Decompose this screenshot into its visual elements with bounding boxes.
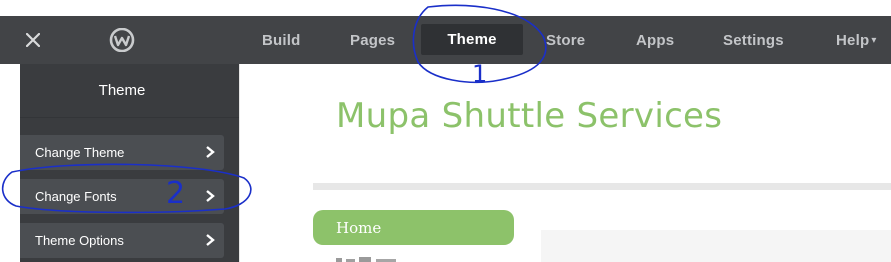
sidebar-title: Theme	[98, 82, 146, 99]
site-title: Mupa Shuttle Services	[336, 96, 723, 136]
chevron-right-icon	[206, 146, 215, 158]
sidebar-divider	[20, 117, 239, 118]
top-strip	[0, 0, 891, 16]
nav-store[interactable]: Store	[546, 16, 585, 64]
close-icon	[26, 33, 40, 47]
weebly-editor: Build Pages Theme Store Apps Settings He…	[0, 0, 891, 262]
next-nav-link-partial	[336, 257, 396, 262]
theme-sidebar: Theme Change Theme Change Fonts Theme Op…	[20, 64, 239, 262]
nav-apps[interactable]: Apps	[636, 16, 674, 64]
sidebar-gutter	[0, 64, 20, 262]
change-fonts-label: Change Fonts	[35, 189, 117, 204]
change-theme-button[interactable]: Change Theme	[20, 135, 224, 170]
nav-help-label: Help	[836, 31, 870, 49]
header-separator-bar	[313, 183, 891, 190]
nav-build[interactable]: Build	[262, 16, 301, 64]
nav-pages[interactable]: Pages	[350, 16, 395, 64]
theme-options-label: Theme Options	[35, 233, 124, 248]
chevron-right-icon	[206, 234, 215, 246]
nav-theme[interactable]: Theme	[421, 24, 523, 55]
nav-settings[interactable]: Settings	[723, 16, 784, 64]
chevron-down-icon: ▾	[871, 34, 877, 46]
change-fonts-button[interactable]: Change Fonts	[20, 179, 224, 214]
chevron-right-icon	[206, 190, 215, 202]
nav-home-link[interactable]: Home	[313, 210, 514, 245]
theme-options-button[interactable]: Theme Options	[20, 223, 224, 258]
close-editor-button[interactable]	[22, 29, 44, 51]
content-panel	[541, 230, 891, 262]
weebly-logo-icon	[109, 28, 135, 52]
change-theme-label: Change Theme	[35, 145, 125, 160]
top-nav-bar: Build Pages Theme Store Apps Settings He…	[0, 16, 891, 64]
annotation-number-1: 1	[472, 60, 487, 88]
sidebar-edge	[239, 64, 240, 262]
nav-help[interactable]: Help ▾	[836, 16, 877, 64]
